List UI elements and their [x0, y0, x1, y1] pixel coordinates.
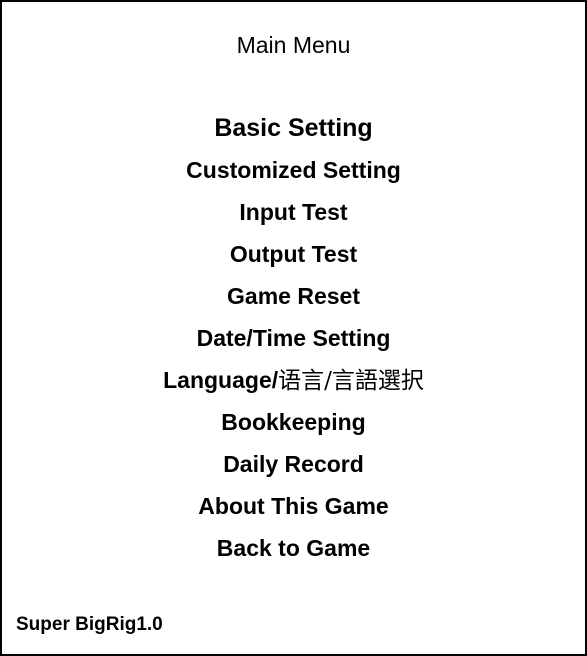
- main-menu-list: Basic Setting Customized Setting Input T…: [2, 107, 585, 569]
- menu-item-language[interactable]: Language/语言/言語選択: [2, 359, 585, 401]
- menu-item-label: Language/: [163, 367, 279, 393]
- menu-item-label: Customized Setting: [186, 157, 401, 183]
- menu-item-input-test[interactable]: Input Test: [2, 191, 585, 233]
- menu-item-label: Input Test: [239, 199, 348, 225]
- menu-item-customized-setting[interactable]: Customized Setting: [2, 149, 585, 191]
- menu-item-label: Daily Record: [223, 451, 364, 477]
- menu-item-label-cjk: 语言/言語選択: [278, 368, 424, 394]
- menu-item-label: Date/Time Setting: [196, 325, 391, 351]
- menu-item-label: Back to Game: [216, 535, 371, 561]
- menu-item-daily-record[interactable]: Daily Record: [2, 443, 585, 485]
- menu-item-game-reset[interactable]: Game Reset: [2, 275, 585, 317]
- page-title: Main Menu: [236, 32, 351, 58]
- menu-item-basic-setting[interactable]: Basic Setting: [2, 107, 585, 149]
- menu-item-label: Game Reset: [227, 283, 360, 309]
- menu-item-label: Bookkeeping: [221, 409, 366, 435]
- menu-item-label: About This Game: [198, 493, 389, 519]
- menu-item-label: Basic Setting: [214, 114, 373, 142]
- menu-screen: Main Menu Basic Setting Customized Setti…: [0, 0, 587, 656]
- menu-item-bookkeeping[interactable]: Bookkeeping: [2, 401, 585, 443]
- menu-item-about-this-game[interactable]: About This Game: [2, 485, 585, 527]
- menu-item-back-to-game[interactable]: Back to Game: [2, 527, 585, 569]
- version-label: Super BigRig1.0: [16, 614, 163, 635]
- menu-item-date-time-setting[interactable]: Date/Time Setting: [2, 317, 585, 359]
- menu-item-label: Output Test: [229, 241, 358, 267]
- menu-item-output-test[interactable]: Output Test: [2, 233, 585, 275]
